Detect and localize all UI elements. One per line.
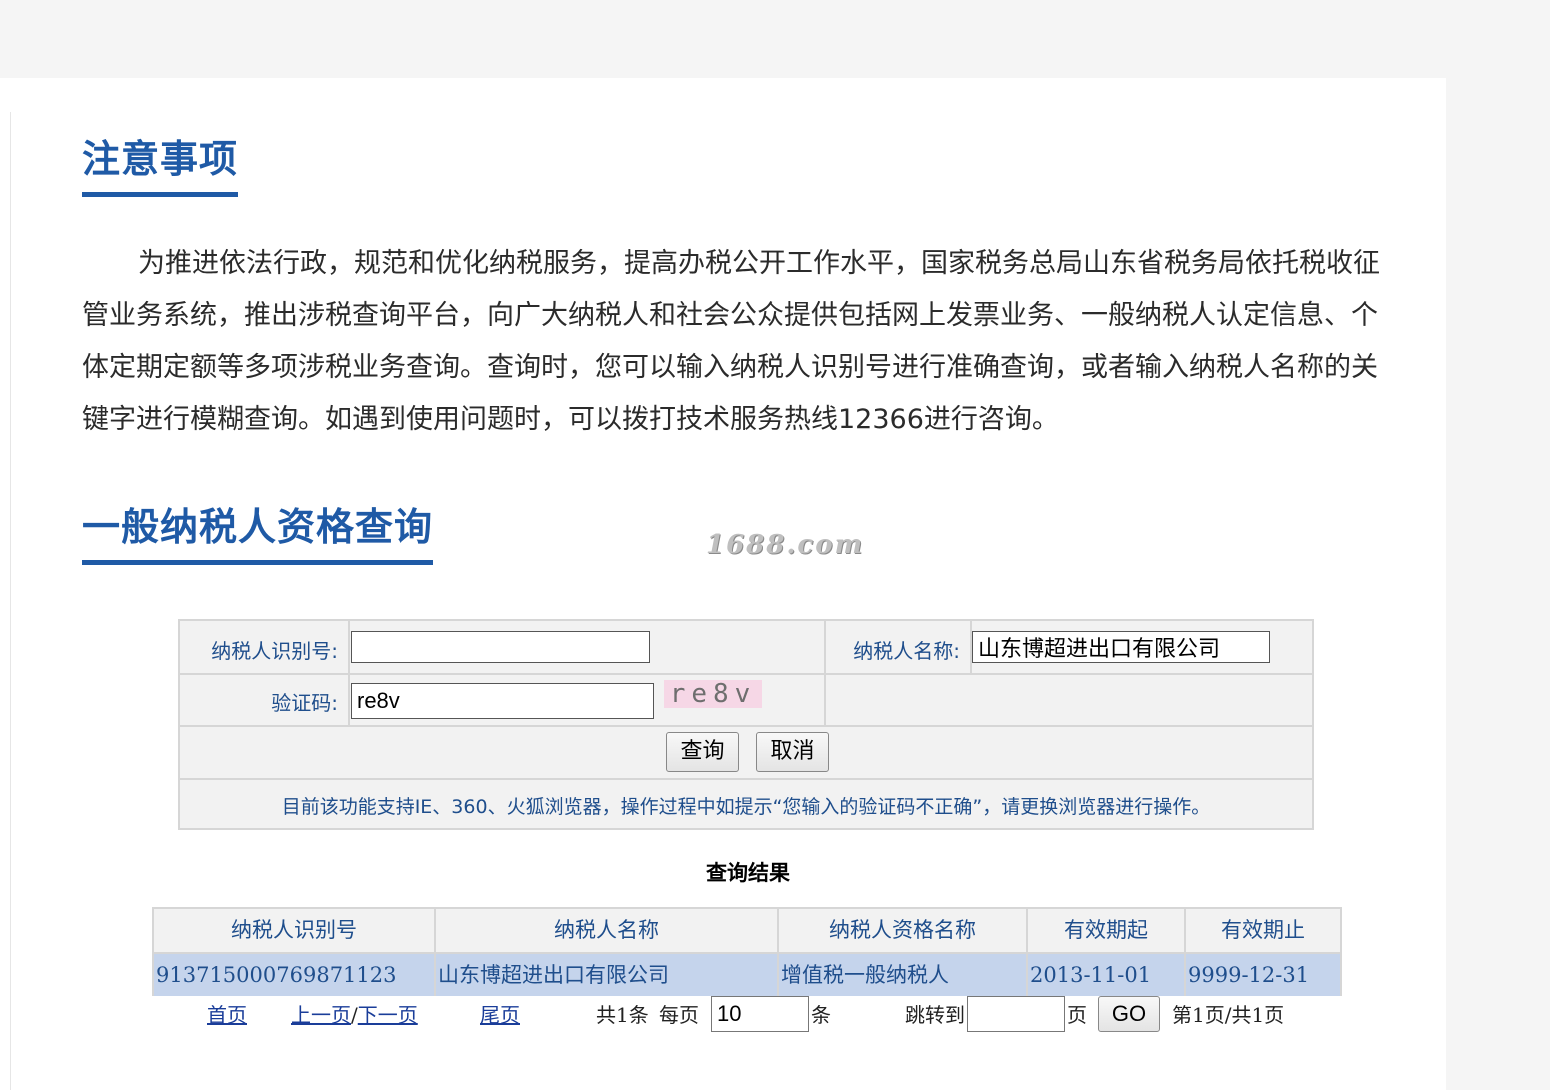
per-page-input[interactable]: [711, 996, 809, 1032]
panel-divider: [10, 112, 11, 1090]
column-header: 纳税人名称: [554, 918, 659, 942]
query-form: 纳税人识别号: 纳税人名称: 验证码: re8v 查询 取消 目前该功能支持IE…: [178, 619, 1314, 830]
table-cell-valid-from: 2013-11-01: [1028, 954, 1184, 996]
table-cell-taxpayer-id: 913715000769871123: [154, 954, 434, 996]
column-header: 有效期起: [1064, 918, 1148, 942]
pager-first-link[interactable]: 首页: [207, 1000, 247, 1030]
browser-tip: 目前该功能支持IE、360、火狐浏览器，操作过程中如提示“您输入的验证码不正确”…: [281, 796, 1211, 818]
table-cell-valid-to: 9999-12-31: [1186, 954, 1340, 996]
column-header: 有效期止: [1221, 918, 1305, 942]
captcha-image[interactable]: re8v: [664, 680, 762, 708]
watermark: 1688.com: [706, 530, 865, 560]
pager-separator: /: [351, 1003, 358, 1027]
notice-text: 为推进依法行政，规范和优化纳税服务，提高办税公开工作水平，国家税务总局山东省税务…: [82, 248, 1380, 435]
pager-prev-link[interactable]: 上一页: [291, 1003, 351, 1027]
taxpayer-id-label: 纳税人识别号:: [211, 639, 338, 663]
jump-page-input[interactable]: [967, 996, 1065, 1032]
pager-jump-label: 跳转到: [905, 1003, 965, 1027]
taxpayer-name-label: 纳税人名称:: [853, 639, 960, 663]
pager-prev-next: 上一页/下一页: [291, 1000, 418, 1030]
pager-per-page-unit: 条: [811, 1003, 831, 1027]
cancel-button[interactable]: 取消: [756, 732, 829, 772]
results-title: 查询结果: [706, 860, 790, 885]
pager-next-link[interactable]: 下一页: [358, 1003, 418, 1027]
taxpayer-id-input[interactable]: [351, 631, 650, 663]
pager-per-page-label: 每页: [659, 1003, 699, 1027]
go-button[interactable]: GO: [1098, 996, 1160, 1032]
captcha-label: 验证码:: [271, 691, 338, 715]
pager-jump-unit: 页: [1067, 1003, 1087, 1027]
column-header: 纳税人识别号: [231, 918, 357, 942]
notice-title: 注意事项: [82, 136, 239, 197]
form-divider: [180, 673, 1312, 675]
search-button[interactable]: 查询: [666, 732, 739, 772]
captcha-input[interactable]: [351, 683, 654, 719]
pager-last-link[interactable]: 尾页: [480, 1000, 520, 1030]
table-cell-qualification: 增值税一般纳税人: [779, 954, 1026, 996]
taxpayer-name-input[interactable]: [972, 631, 1270, 663]
form-divider: [180, 725, 1312, 727]
pager-total: 共1条: [596, 1003, 649, 1027]
query-title: 一般纳税人资格查询: [82, 504, 434, 565]
column-header: 纳税人资格名称: [829, 918, 976, 942]
table-cell-taxpayer-name: 山东博超进出口有限公司: [436, 954, 777, 996]
pager-page-info: 第1页/共1页: [1172, 1003, 1285, 1027]
form-divider: [180, 778, 1312, 780]
results-table: 纳税人识别号 纳税人名称 纳税人资格名称 有效期起 有效期止 913715000…: [152, 907, 1342, 996]
